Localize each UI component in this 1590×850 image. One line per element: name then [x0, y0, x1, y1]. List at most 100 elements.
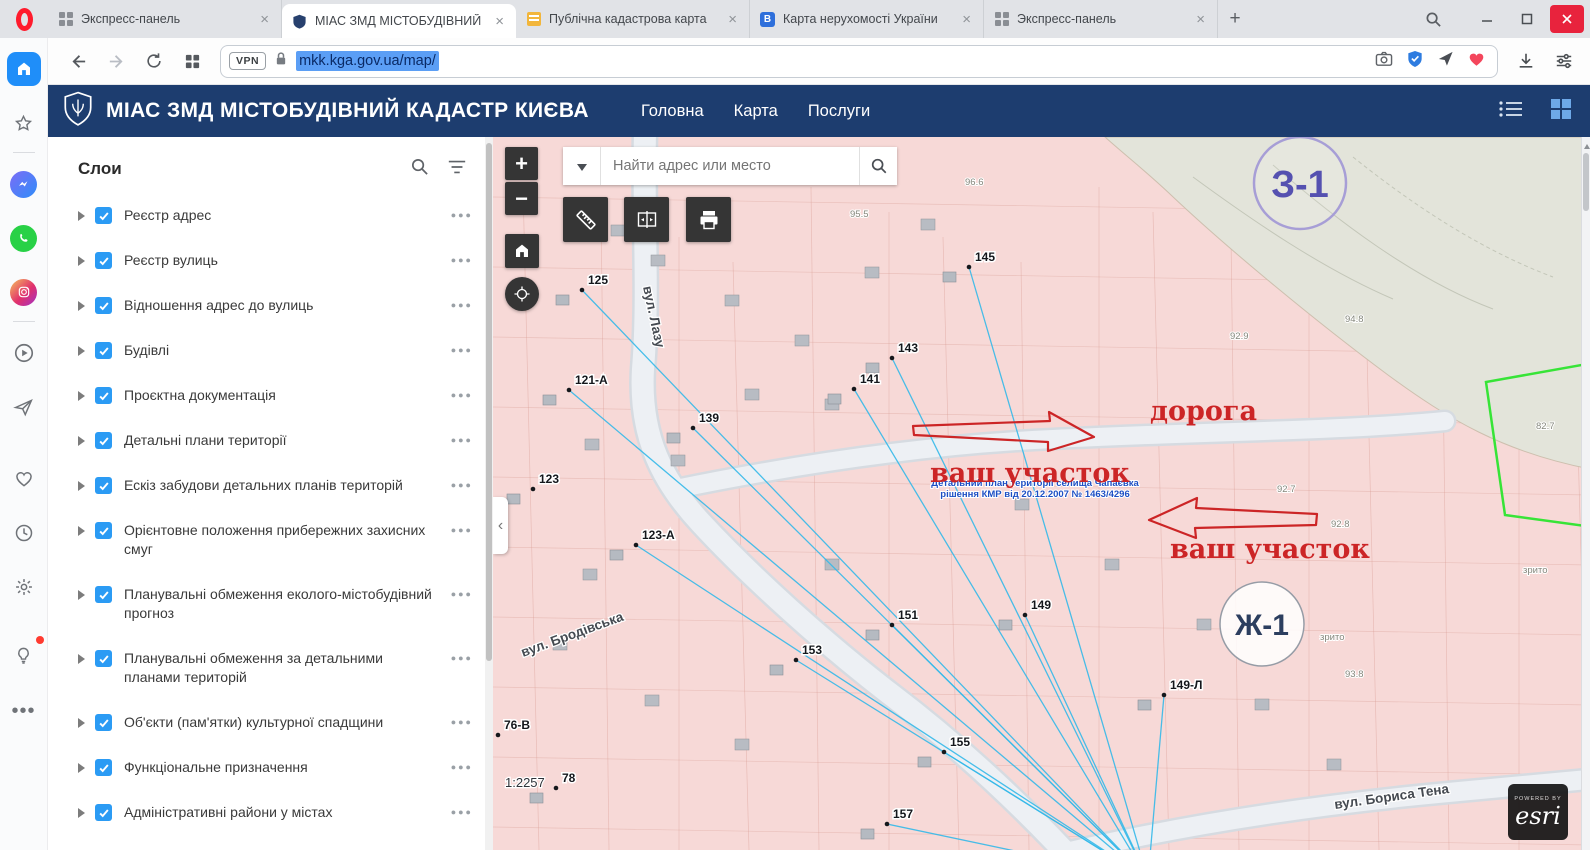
- bookmarks-star-icon[interactable]: [7, 106, 41, 140]
- nav-home-link[interactable]: Головна: [641, 102, 704, 121]
- layer-menu-button[interactable]: ●●●: [451, 807, 473, 817]
- layer-checkbox[interactable]: [95, 477, 112, 494]
- layer-menu-button[interactable]: ●●●: [451, 653, 473, 663]
- layer-menu-button[interactable]: ●●●: [451, 435, 473, 445]
- layer-checkbox[interactable]: [95, 804, 112, 821]
- layer-menu-button[interactable]: ●●●: [451, 717, 473, 727]
- tab-close-button[interactable]: ×: [958, 10, 975, 29]
- zoom-out-button[interactable]: −: [505, 182, 538, 215]
- zoom-in-button[interactable]: +: [505, 147, 538, 180]
- swipe-tool-button[interactable]: [624, 197, 669, 242]
- security-shield-icon[interactable]: [1407, 50, 1423, 73]
- telegram-plane-icon[interactable]: [7, 390, 41, 424]
- apps-grid-icon[interactable]: [1550, 98, 1572, 125]
- tab-speed-dial-1[interactable]: Экспресс-панель ×: [48, 0, 282, 38]
- expand-arrow-icon[interactable]: [78, 481, 85, 491]
- tab-cadastral-map[interactable]: Публічна кадастрова карта ×: [516, 0, 750, 38]
- expand-arrow-icon[interactable]: [78, 763, 85, 773]
- expand-arrow-icon[interactable]: [78, 526, 85, 536]
- tab-search-icon[interactable]: [1418, 5, 1448, 33]
- opera-menu-button[interactable]: [0, 0, 48, 38]
- search-source-dropdown[interactable]: [563, 147, 601, 185]
- bookmark-heart-icon[interactable]: [1468, 51, 1485, 72]
- layer-checkbox[interactable]: [95, 714, 112, 731]
- expand-arrow-icon[interactable]: [78, 808, 85, 818]
- tab-close-button[interactable]: ×: [1192, 10, 1209, 29]
- expand-arrow-icon[interactable]: [78, 256, 85, 266]
- panel-scrollbar[interactable]: [485, 137, 493, 850]
- map-search-button[interactable]: [859, 147, 897, 185]
- speed-dial-shortcut-icon[interactable]: [176, 45, 208, 77]
- expand-arrow-icon[interactable]: [78, 718, 85, 728]
- tab-speed-dial-2[interactable]: Экспресс-панель ×: [984, 0, 1218, 38]
- layer-checkbox[interactable]: [95, 342, 112, 359]
- url-text[interactable]: mkk.kga.gov.ua/map/: [296, 51, 439, 71]
- panel-collapse-button[interactable]: ‹: [493, 497, 508, 554]
- map-canvas[interactable]: 125145143141139121-А123123-А151149153149…: [493, 137, 1590, 850]
- favorites-heart-icon[interactable]: [7, 462, 41, 496]
- speed-dial-home-button[interactable]: [7, 52, 41, 86]
- layer-menu-button[interactable]: ●●●: [451, 390, 473, 400]
- my-flow-plane-icon[interactable]: [1437, 50, 1454, 72]
- layer-checkbox[interactable]: [95, 759, 112, 776]
- measure-tool-button[interactable]: [563, 197, 608, 242]
- expand-arrow-icon[interactable]: [78, 654, 85, 664]
- nav-map-link[interactable]: Карта: [734, 102, 778, 121]
- tab-close-button[interactable]: ×: [491, 12, 508, 31]
- tab-close-button[interactable]: ×: [724, 10, 741, 29]
- downloads-button[interactable]: [1510, 45, 1542, 77]
- tab-miac-kadastr[interactable]: МІАС ЗМД МІСТОБУДІВНИЙ ×: [282, 4, 516, 38]
- layer-menu-button[interactable]: ●●●: [451, 345, 473, 355]
- layer-checkbox[interactable]: [95, 252, 112, 269]
- print-tool-button[interactable]: [686, 197, 731, 242]
- messenger-icon[interactable]: [7, 167, 41, 201]
- home-extent-button[interactable]: [505, 234, 539, 268]
- layer-checkbox[interactable]: [95, 297, 112, 314]
- layer-checkbox[interactable]: [95, 387, 112, 404]
- history-clock-icon[interactable]: [7, 516, 41, 550]
- layer-menu-button[interactable]: ●●●: [451, 255, 473, 265]
- layer-menu-button[interactable]: ●●●: [451, 210, 473, 220]
- layer-menu-button[interactable]: ●●●: [451, 525, 473, 535]
- expand-arrow-icon[interactable]: [78, 211, 85, 221]
- scroll-up-arrow-icon[interactable]: [1584, 141, 1590, 149]
- layer-checkbox[interactable]: [95, 432, 112, 449]
- forward-button[interactable]: [100, 45, 132, 77]
- snapshot-camera-icon[interactable]: [1375, 51, 1393, 72]
- layers-search-icon[interactable]: [410, 157, 429, 181]
- tips-lightbulb-icon[interactable]: [7, 638, 41, 672]
- expand-arrow-icon[interactable]: [78, 436, 85, 446]
- expand-arrow-icon[interactable]: [78, 301, 85, 311]
- easy-setup-sliders-icon[interactable]: [1548, 45, 1580, 77]
- maximize-button[interactable]: [1510, 5, 1544, 33]
- layer-checkbox[interactable]: [95, 207, 112, 224]
- reload-button[interactable]: [138, 45, 170, 77]
- whatsapp-icon[interactable]: [7, 221, 41, 255]
- expand-arrow-icon[interactable]: [78, 590, 85, 600]
- layers-filter-icon[interactable]: [447, 158, 467, 181]
- layer-checkbox[interactable]: [95, 522, 112, 539]
- tab-close-button[interactable]: ×: [256, 10, 273, 29]
- sidebar-more-button[interactable]: •••: [11, 700, 35, 723]
- layer-checkbox[interactable]: [95, 650, 112, 667]
- tab-realestate-map[interactable]: B Карта нерухомості України ×: [750, 0, 984, 38]
- nav-services-link[interactable]: Послуги: [808, 102, 870, 121]
- vpn-badge[interactable]: VPN: [229, 52, 266, 70]
- expand-arrow-icon[interactable]: [78, 346, 85, 356]
- player-icon[interactable]: [7, 336, 41, 370]
- layer-menu-button[interactable]: ●●●: [451, 480, 473, 490]
- minimize-button[interactable]: [1470, 5, 1504, 33]
- page-scrollbar[interactable]: [1581, 137, 1590, 850]
- layer-menu-button[interactable]: ●●●: [451, 589, 473, 599]
- layer-menu-button[interactable]: ●●●: [451, 300, 473, 310]
- my-location-button[interactable]: [505, 277, 539, 311]
- page-scrollbar-thumb[interactable]: [1583, 153, 1589, 211]
- expand-arrow-icon[interactable]: [78, 391, 85, 401]
- close-window-button[interactable]: [1550, 5, 1584, 33]
- layer-checkbox[interactable]: [95, 586, 112, 603]
- panel-scrollbar-thumb[interactable]: [486, 143, 492, 661]
- layer-menu-button[interactable]: ●●●: [451, 762, 473, 772]
- address-bar[interactable]: VPN mkk.kga.gov.ua/map/: [220, 45, 1498, 78]
- new-tab-button[interactable]: +: [1218, 0, 1252, 38]
- legend-list-icon[interactable]: [1498, 99, 1524, 124]
